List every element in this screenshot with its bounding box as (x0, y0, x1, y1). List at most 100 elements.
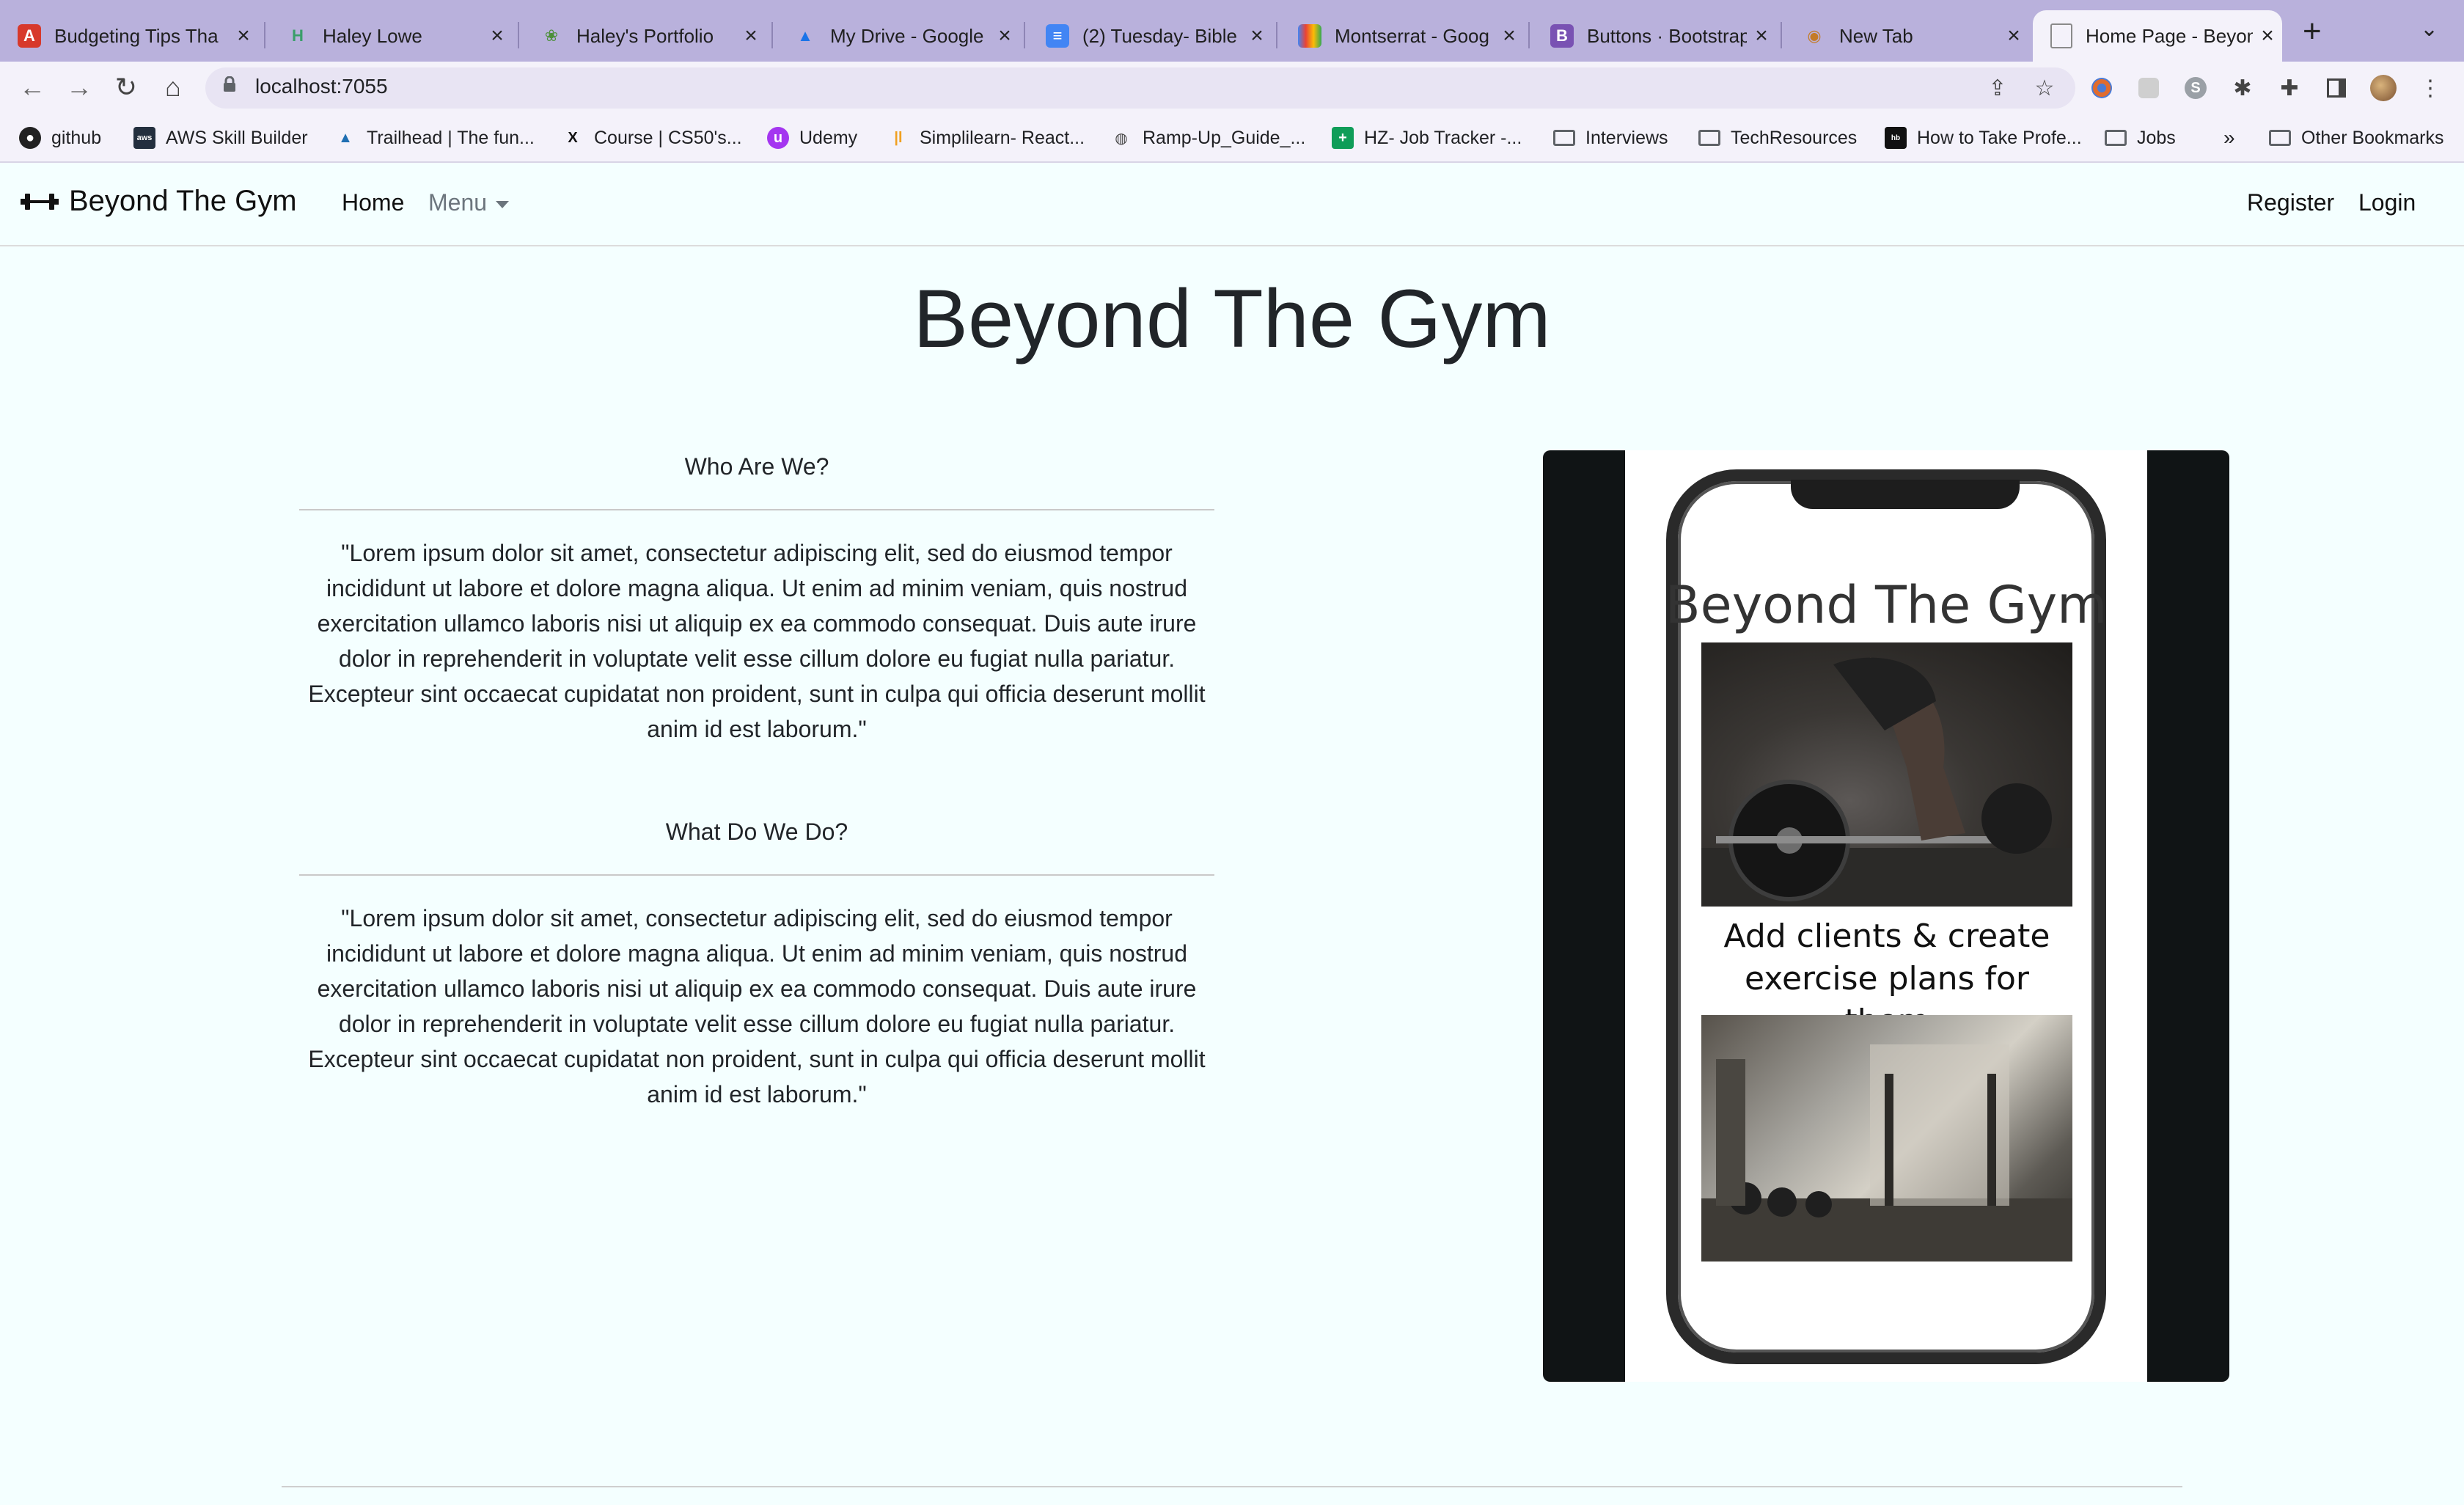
s-extension-icon[interactable]: S (2181, 73, 2210, 103)
tab-tuesday-bible[interactable]: ≡ (2) Tuesday- Bible × (1028, 10, 1272, 62)
edx-icon: X (568, 129, 578, 146)
folder-icon (2269, 130, 2291, 146)
bookmark-label: Other Bookmarks (2301, 127, 2444, 148)
fonts-icon (1298, 24, 1321, 48)
forward-arrow-icon[interactable]: → (63, 72, 95, 103)
tab-home-page[interactable]: Home Page - Beyon × (2033, 10, 2282, 62)
tab-separator (1528, 22, 1530, 48)
bookmarks-overflow-button[interactable]: » (2223, 125, 2235, 151)
simplilearn-icon: |l (894, 129, 903, 146)
close-icon[interactable]: × (736, 23, 766, 48)
reload-icon[interactable]: ↻ (110, 72, 142, 103)
docs-icon: ≡ (1046, 24, 1069, 48)
bookmark-label: github (51, 127, 102, 148)
close-icon[interactable]: × (990, 23, 1019, 48)
drive-icon: ▲ (797, 26, 813, 45)
phone-mockup-backdrop: Beyond The Gym Add clients & create exer… (1625, 450, 2147, 1382)
tab-title: Haley's Portfolio (576, 24, 714, 47)
close-icon[interactable]: × (2253, 23, 2282, 48)
tab-haley-lowe[interactable]: H Haley Lowe × (268, 10, 512, 62)
tab-montserrat[interactable]: Montserrat - Goog × (1280, 10, 1524, 62)
bug-icon[interactable]: ✱ (2228, 73, 2257, 103)
bookmark-label: Jobs (2137, 127, 2176, 148)
tab-separator (771, 22, 773, 48)
puzzle-icon[interactable]: ✚ (2275, 73, 2304, 103)
bookmark-aws[interactable]: aws AWS Skill Builder (133, 125, 308, 151)
folder-icon (1553, 130, 1575, 146)
section-divider (299, 874, 1214, 876)
close-icon[interactable]: × (229, 23, 258, 48)
new-tab-button[interactable]: + (2303, 13, 2322, 50)
footer-divider (282, 1486, 2182, 1487)
folder-icon (2105, 130, 2127, 146)
caret-down-icon (496, 200, 510, 208)
bookmark-interviews[interactable]: Interviews (1553, 125, 1668, 151)
kebab-menu-icon[interactable]: ⋮ (2416, 73, 2445, 103)
close-icon[interactable]: × (1495, 23, 1524, 48)
plant-icon: ❀ (544, 26, 559, 45)
tab-my-drive[interactable]: ▲ My Drive - Google × (776, 10, 1019, 62)
page-title: Beyond The Gym (913, 273, 1551, 365)
bookmark-ramp-up[interactable]: ◍ Ramp-Up_Guide_... (1110, 125, 1305, 151)
avatar[interactable] (2369, 73, 2398, 103)
address-bar[interactable] (205, 67, 2075, 109)
bookmark-simplilearn[interactable]: |l Simplilearn- React... (887, 125, 1085, 151)
deadlift-photo (1701, 642, 2072, 907)
bookmark-how-to-take[interactable]: hb How to Take Profe... (1885, 125, 2082, 151)
site-icon: hb (1885, 127, 1907, 149)
brand-link[interactable]: Beyond The Gym (21, 185, 297, 218)
close-icon[interactable]: × (1999, 23, 2028, 48)
udemy-icon: u (767, 127, 789, 149)
back-arrow-icon[interactable]: ← (16, 72, 48, 103)
section-body-who: "Lorem ipsum dolor sit amet, consectetur… (308, 540, 1206, 742)
section-heading-who: Who Are We? (684, 453, 829, 480)
share-icon[interactable]: ⇪ (1983, 73, 2012, 103)
close-icon[interactable]: × (1242, 23, 1272, 48)
tab-separator (518, 22, 519, 48)
folder-icon (1698, 130, 1720, 146)
gym-interior-photo (1701, 1015, 2072, 1262)
bootstrap-icon: B (1550, 24, 1574, 48)
section-body-what: "Lorem ipsum dolor sit amet, consectetur… (308, 905, 1206, 1107)
home-icon[interactable]: ⌂ (157, 72, 189, 103)
tab-haleys-portfolio[interactable]: ❀ Haley's Portfolio × (522, 10, 766, 62)
bookmark-label: Ramp-Up_Guide_... (1143, 127, 1306, 148)
bookmark-trailhead[interactable]: ▲ Trailhead | The fun... (334, 125, 535, 151)
bookmark-cs50[interactable]: X Course | CS50's... (562, 125, 742, 151)
bookmark-label: Course | CS50's... (594, 127, 742, 148)
star-icon[interactable]: ☆ (2030, 73, 2059, 103)
url-text[interactable]: localhost:7055 (255, 75, 388, 98)
close-icon[interactable]: × (1747, 23, 1776, 48)
extension-tile-icon[interactable] (2134, 73, 2163, 103)
side-panel-icon[interactable] (2322, 73, 2351, 103)
close-icon[interactable]: × (483, 23, 512, 48)
nav-register[interactable]: Register (2247, 189, 2334, 216)
other-bookmarks[interactable]: Other Bookmarks (2269, 125, 2444, 151)
lock-icon[interactable] (223, 76, 236, 92)
nav-menu-dropdown[interactable]: Menu (428, 189, 510, 216)
brand-name: Beyond The Gym (69, 185, 297, 217)
bookmark-udemy[interactable]: u Udemy (767, 125, 857, 151)
phone-screen-title: Beyond The Gym (1665, 575, 2108, 635)
tab-title: Montserrat - Goog (1335, 24, 1489, 47)
tab-bootstrap-buttons[interactable]: B Buttons · Bootstrap × (1533, 10, 1776, 62)
nav-home[interactable]: Home (342, 189, 404, 216)
bookmark-job-tracker[interactable]: + HZ- Job Tracker -... (1332, 125, 1522, 151)
bookmark-techresources[interactable]: TechResources (1698, 125, 1857, 151)
newtab-icon: ◉ (1807, 26, 1822, 45)
nav-login[interactable]: Login (2358, 189, 2416, 216)
section-divider (299, 509, 1214, 510)
extension-circle-icon[interactable] (2087, 73, 2116, 103)
section-heading-what: What Do We Do? (665, 819, 848, 845)
tab-separator (1024, 22, 1025, 48)
tab-separator (1276, 22, 1277, 48)
bookmark-jobs[interactable]: Jobs (2105, 125, 2176, 151)
tab-budgeting-tips[interactable]: A Budgeting Tips Tha × (0, 10, 258, 62)
tab-separator (1781, 22, 1782, 48)
tab-new-tab[interactable]: ◉ New Tab × (1785, 10, 2028, 62)
bookmark-github[interactable]: ● github (19, 125, 101, 151)
tab-separator (264, 22, 265, 48)
tab-title: Haley Lowe (323, 24, 422, 47)
chevron-down-icon[interactable]: ⌄ (2420, 16, 2438, 42)
tab-title: Budgeting Tips Tha (54, 24, 219, 47)
